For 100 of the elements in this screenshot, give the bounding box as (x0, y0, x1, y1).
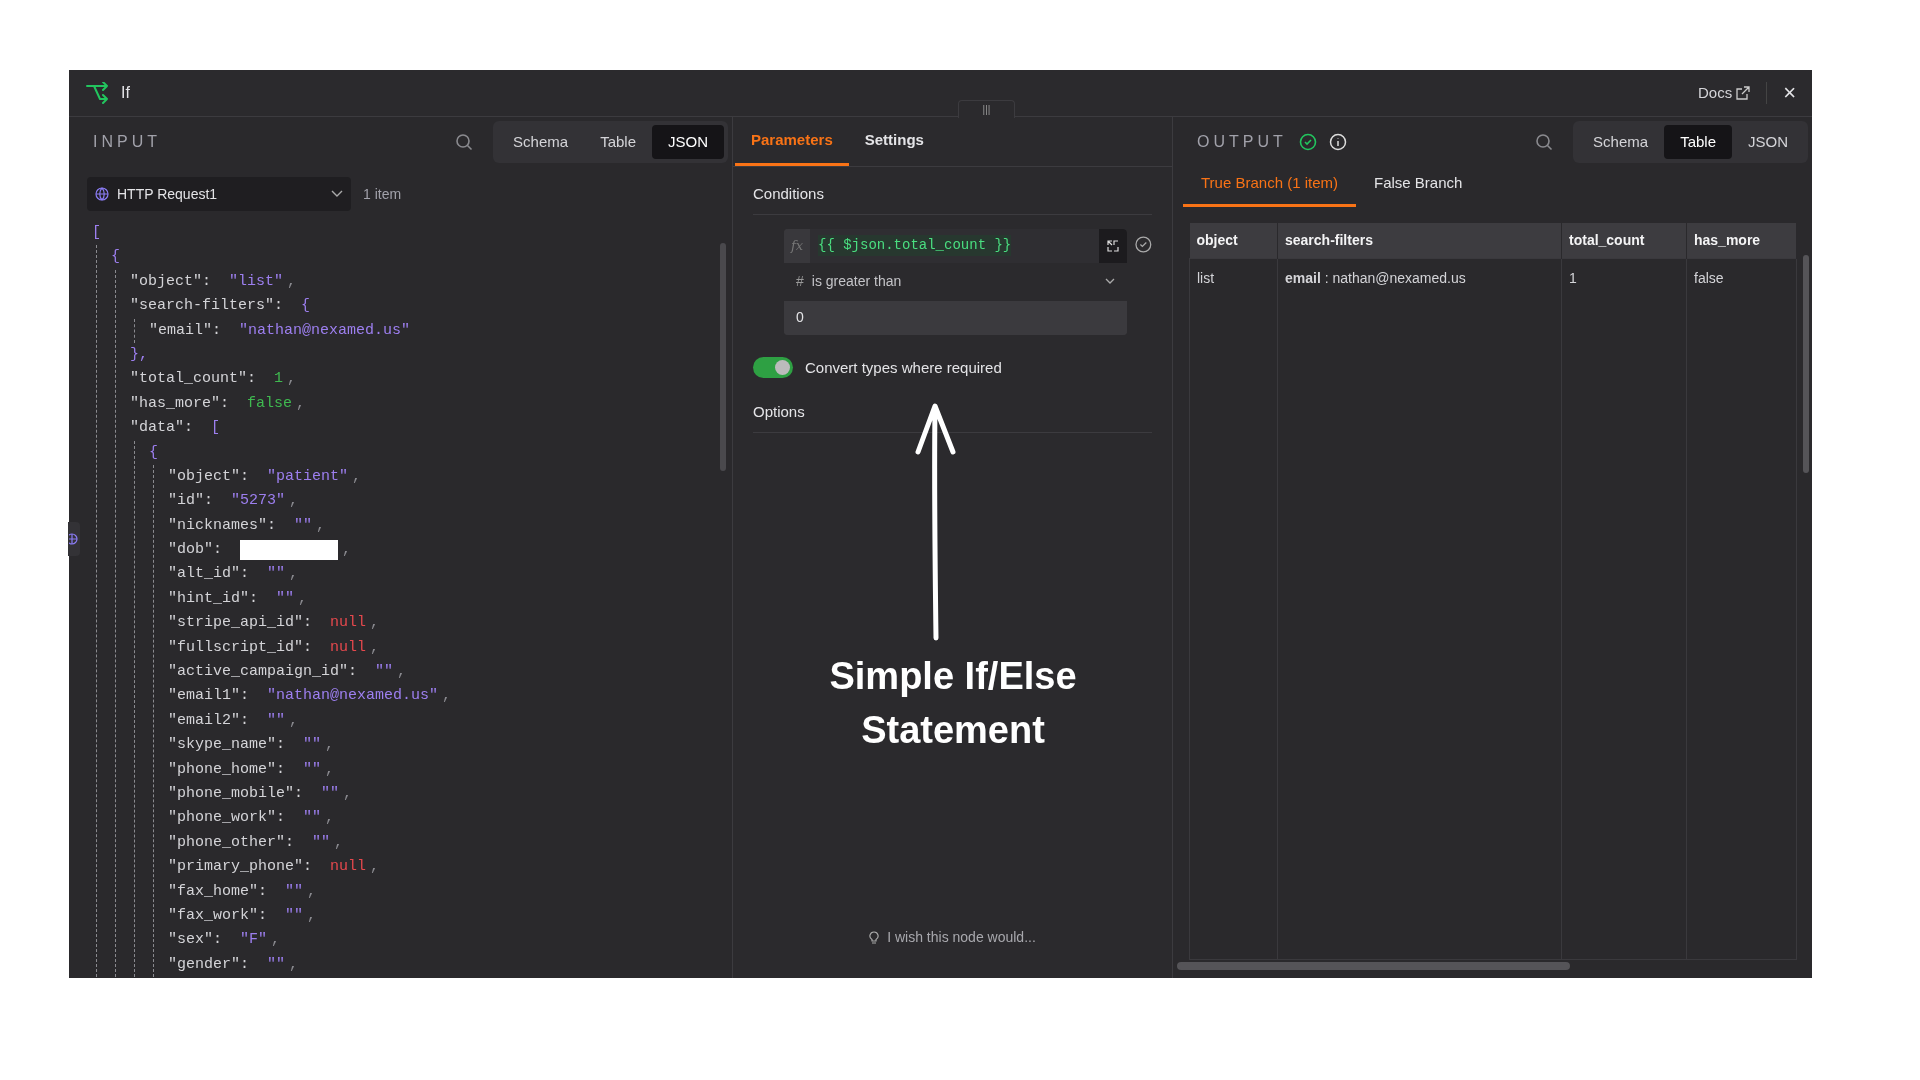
globe-icon (95, 187, 109, 201)
json-key: "nicknames": (168, 513, 277, 539)
json-key: "alt_id": (168, 562, 249, 587)
section-title: Options (753, 401, 1152, 433)
view-tab[interactable]: Table (1664, 125, 1732, 159)
json-key: "data": (130, 416, 193, 441)
json-value: "patient" (267, 466, 349, 487)
json-key: "total_count": (130, 367, 257, 392)
json-comma: , (286, 271, 297, 292)
branch-icon (85, 82, 109, 104)
tab[interactable]: False Branch (1356, 171, 1481, 207)
json-value: "nathan@nexamed.us" (267, 686, 439, 707)
tab[interactable]: Parameters (735, 128, 849, 166)
check-circle-icon[interactable] (1135, 235, 1152, 253)
json-bracket: { (301, 296, 311, 317)
json-value: "" (294, 515, 313, 536)
view-tab[interactable]: JSON (652, 125, 724, 159)
json-value: null (330, 637, 367, 658)
json-comma: , (295, 393, 306, 414)
source-dropdown[interactable]: HTTP Request1 (87, 177, 351, 211)
drag-handle[interactable]: ||| (958, 100, 1015, 118)
table-cell: list (1189, 258, 1278, 960)
column-header[interactable]: has_more (1686, 223, 1797, 258)
search-icon[interactable] (455, 133, 474, 151)
json-key: "email1": (168, 684, 249, 709)
json-comma: , (288, 491, 299, 512)
json-key: "object": (168, 464, 249, 490)
json-value: "5273" (231, 491, 286, 512)
json-key: "phone_other": (168, 830, 295, 856)
json-value: null (330, 613, 367, 634)
search-icon[interactable] (1535, 133, 1554, 151)
json-comma: , (369, 613, 380, 634)
json-value: "F" (240, 930, 268, 951)
json-comma: , (288, 710, 299, 731)
json-comma: , (324, 808, 335, 829)
json-comma: , (396, 662, 407, 683)
json-key: "skype_name": (168, 733, 286, 758)
json-value: false (247, 393, 293, 414)
scrollbar[interactable] (1803, 255, 1809, 473)
json-value: "" (267, 954, 286, 975)
window-title: If (121, 83, 130, 103)
json-comma: , (306, 881, 317, 902)
column-header[interactable]: search-filters (1277, 223, 1562, 258)
json-value: "" (267, 564, 286, 585)
json-key: "email": (149, 318, 221, 343)
table-cell: email : nathan@nexamed.us (1277, 258, 1562, 960)
item-count: 1 item (363, 184, 402, 204)
panel-heading: INPUT (93, 132, 161, 152)
json-key: "fullscript_id": (168, 635, 313, 661)
json-comma: , (270, 930, 281, 951)
feedback-link[interactable]: I wish this node would... (869, 927, 1036, 948)
json-bracket: }, (130, 344, 148, 365)
json-value: "" (312, 832, 331, 853)
json-comma: , (333, 832, 344, 853)
view-tab[interactable]: Table (584, 125, 652, 159)
annotation-text: Simple If/Else Statement (828, 654, 1078, 753)
json-comma: , (297, 588, 308, 609)
json-key: "fax_home": (168, 879, 268, 904)
toggle-switch[interactable] (753, 357, 793, 379)
json-comma: , (288, 564, 299, 585)
close-button[interactable]: × (1783, 82, 1796, 104)
operator-dropdown[interactable]: # is greater than (784, 262, 1128, 301)
lightbulb-icon (869, 930, 880, 945)
scrollbar[interactable] (1177, 962, 1570, 970)
json-comma: , (324, 735, 335, 756)
section-title: Conditions (753, 183, 1152, 215)
json-value: "" (375, 662, 394, 683)
check-circle-icon (1298, 133, 1317, 151)
tab[interactable]: True Branch (1 item) (1183, 171, 1356, 207)
json-comma: , (324, 759, 335, 780)
view-tab[interactable]: Schema (497, 125, 585, 159)
expand-icon[interactable] (1107, 239, 1120, 252)
json-key: "email2": (168, 708, 249, 734)
json-value: null (330, 857, 367, 878)
json-key: "stripe_api_id": (168, 611, 313, 636)
view-tab[interactable]: Schema (1577, 125, 1665, 159)
json-key: "search-filters": (130, 294, 284, 319)
json-key: "dob": (168, 538, 222, 563)
view-tab[interactable]: JSON (1732, 125, 1804, 159)
json-bracket: [ (92, 223, 101, 243)
json-key: "hint_id": (168, 586, 258, 612)
column-header[interactable]: object (1189, 223, 1278, 258)
json-value: "" (285, 881, 304, 902)
info-icon[interactable] (1328, 133, 1347, 151)
json-key: "has_more": (130, 391, 230, 417)
json-value: "" (303, 735, 322, 756)
column-header[interactable]: total_count (1561, 223, 1687, 258)
json-value: 1 (274, 369, 284, 390)
scrollbar[interactable] (720, 243, 726, 471)
docs-link[interactable]: Docs (1697, 81, 1768, 105)
json-comma: , (288, 954, 299, 975)
json-value: "" (303, 759, 322, 780)
side-tab[interactable] (68, 522, 80, 556)
tab[interactable]: Settings (848, 128, 940, 166)
crosshair-icon (69, 532, 79, 546)
json-comma: , (286, 369, 297, 390)
json-comma: , (315, 515, 326, 536)
json-key: "phone_home": (168, 757, 286, 782)
json-key: "object": (130, 269, 211, 295)
json-key: "sex": (168, 928, 222, 953)
